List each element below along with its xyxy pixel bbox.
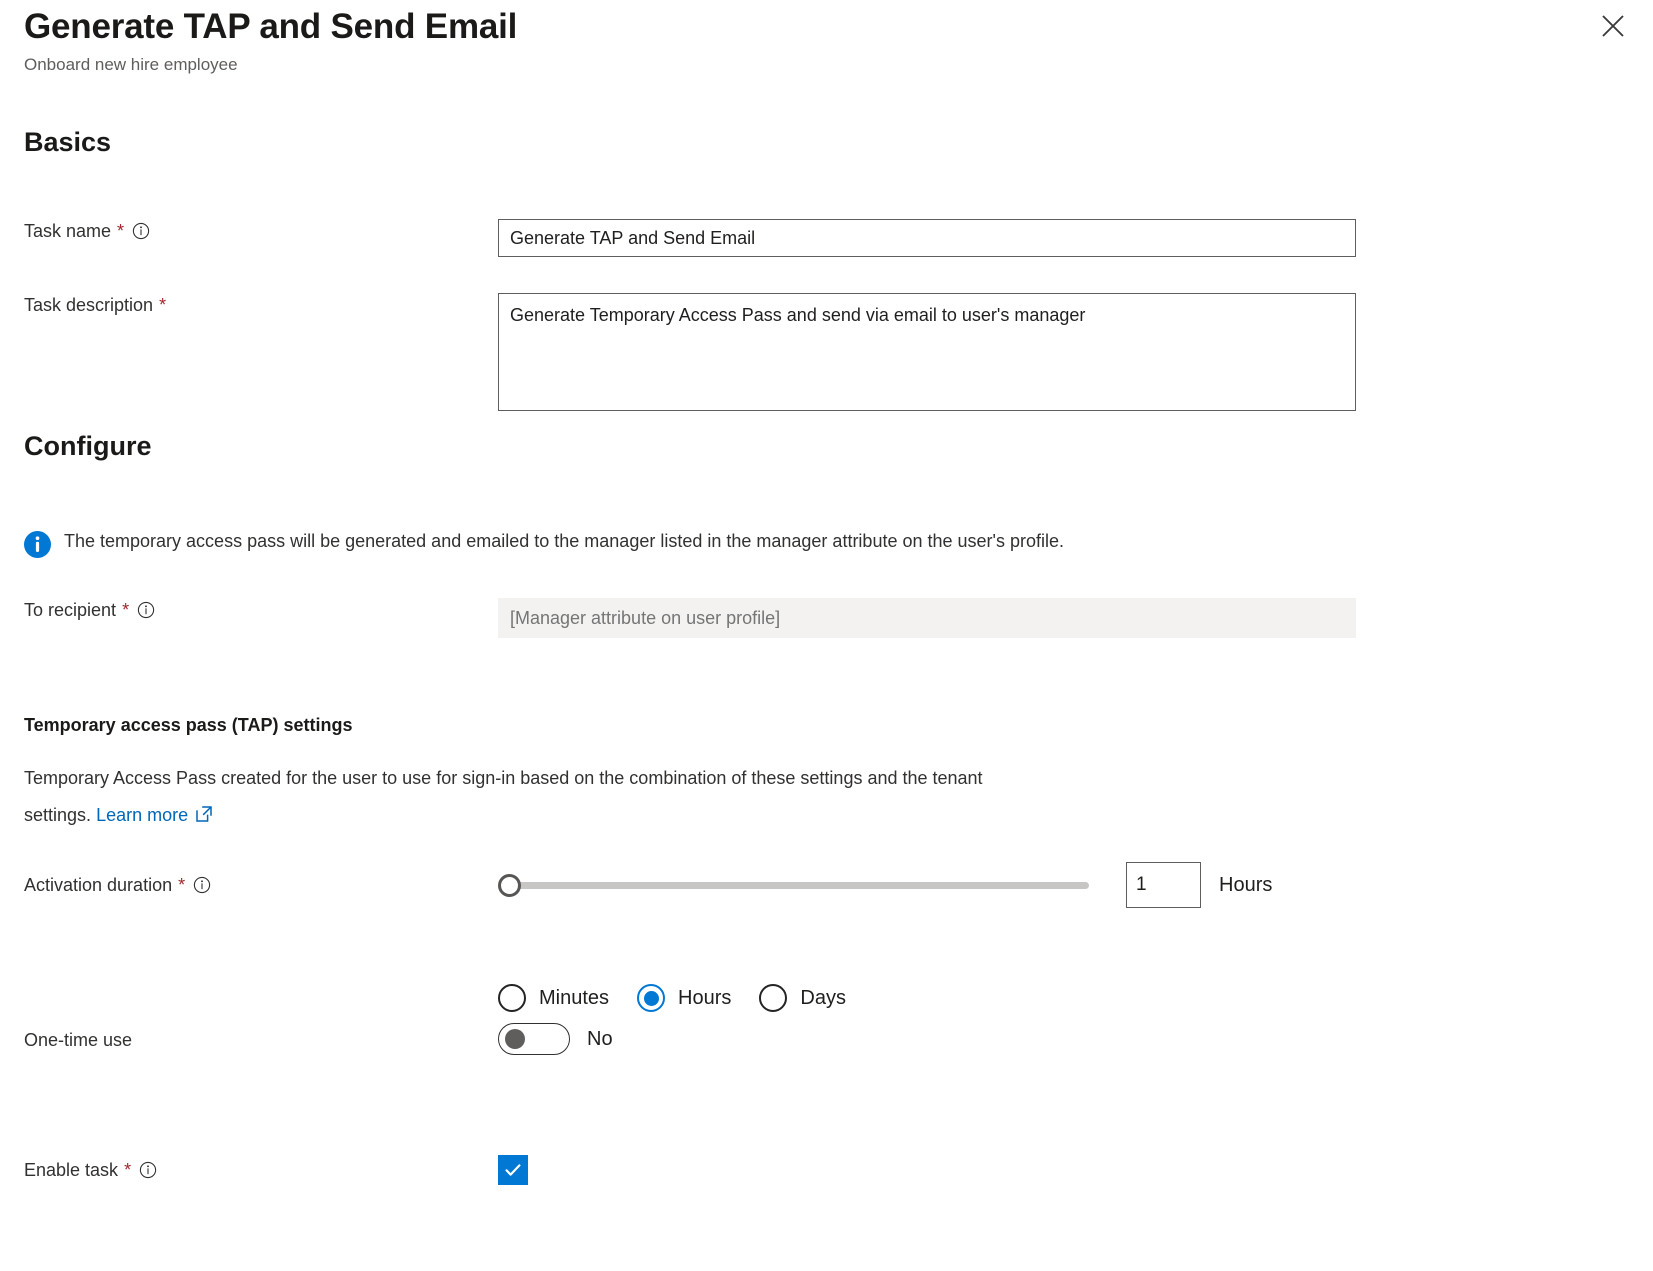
one-time-use-label: One-time use [0,1023,498,1057]
field-row-task-description: Task description * [0,293,1653,416]
slider-track [508,882,1089,889]
radio-days[interactable]: Days [759,984,846,1012]
to-recipient-label: To recipient * [0,598,498,622]
activation-duration-label-text: Activation duration [24,862,172,908]
activation-duration-control: Hours [498,862,1653,908]
close-button[interactable] [1593,6,1633,46]
task-description-label: Task description * [0,293,498,317]
task-name-input[interactable] [498,219,1356,257]
duration-unit-radio-group: Minutes Hours Days [498,984,1653,1012]
field-row-enable-task: Enable task * [0,1155,1653,1185]
required-asterisk: * [124,1155,131,1185]
info-banner-text: The temporary access pass will be genera… [64,528,1064,554]
close-icon [1600,13,1626,39]
field-row-activation-duration: Activation duration * Hours [0,862,1653,908]
task-description-label-text: Task description [24,293,153,317]
activation-duration-label: Activation duration * [0,862,498,908]
to-recipient-input [498,598,1356,638]
duration-units-control: Minutes Hours Days [498,984,1653,1012]
enable-task-checkbox[interactable] [498,1155,528,1185]
radio-hours-label: Hours [678,987,731,1010]
task-name-control [498,219,1653,257]
section-heading-configure: Configure [0,428,176,464]
page-subtitle: Onboard new hire employee [24,50,1629,77]
radio-circle-selected-icon [637,984,665,1012]
info-banner: The temporary access pass will be genera… [24,528,1629,558]
one-time-use-control: No [498,1023,1653,1055]
required-asterisk: * [117,219,124,243]
info-icon[interactable] [132,222,150,240]
field-row-task-name: Task name * [0,219,1653,257]
radio-hours[interactable]: Hours [637,984,731,1012]
required-asterisk: * [178,862,185,908]
tap-settings-description: Temporary Access Pass created for the us… [24,760,1034,834]
toggle-knob [505,1029,525,1049]
field-row-to-recipient: To recipient * [0,598,1653,638]
task-name-label: Task name * [0,219,498,243]
checkmark-icon [503,1160,523,1180]
task-configuration-panel: Generate TAP and Send Email Onboard new … [0,0,1653,1271]
to-recipient-label-text: To recipient [24,598,116,622]
task-name-label-text: Task name [24,219,111,243]
external-link-icon[interactable] [195,805,213,823]
panel-header: Generate TAP and Send Email Onboard new … [0,0,1653,77]
info-filled-icon [24,531,51,558]
info-icon[interactable] [193,876,211,894]
enable-task-control [498,1155,1653,1185]
required-asterisk: * [122,598,129,622]
one-time-use-state-label: No [587,1028,613,1051]
learn-more-link[interactable]: Learn more [96,805,188,825]
info-icon[interactable] [139,1161,157,1179]
radio-minutes-label: Minutes [539,987,609,1010]
one-time-use-toggle[interactable] [498,1023,570,1055]
radio-days-label: Days [800,987,846,1010]
one-time-use-label-text: One-time use [24,1023,132,1057]
activation-duration-value-input[interactable] [1126,862,1201,908]
activation-duration-unit-label: Hours [1219,862,1272,908]
page-title: Generate TAP and Send Email [24,0,1629,50]
slider-thumb[interactable] [498,874,521,897]
task-description-textarea[interactable] [498,293,1356,411]
radio-circle-icon [498,984,526,1012]
info-icon[interactable] [137,601,155,619]
tap-settings-heading: Temporary access pass (TAP) settings [24,712,352,738]
required-asterisk: * [159,293,166,317]
radio-minutes[interactable]: Minutes [498,984,609,1012]
task-description-control [498,293,1653,416]
field-row-one-time-use: One-time use No [0,1023,1653,1057]
section-heading-basics: Basics [0,124,135,160]
radio-circle-icon [759,984,787,1012]
enable-task-label: Enable task * [0,1155,498,1185]
to-recipient-control [498,598,1653,638]
enable-task-label-text: Enable task [24,1155,118,1185]
activation-duration-slider[interactable] [498,873,1093,897]
field-row-duration-units: Minutes Hours Days [0,984,1653,1012]
